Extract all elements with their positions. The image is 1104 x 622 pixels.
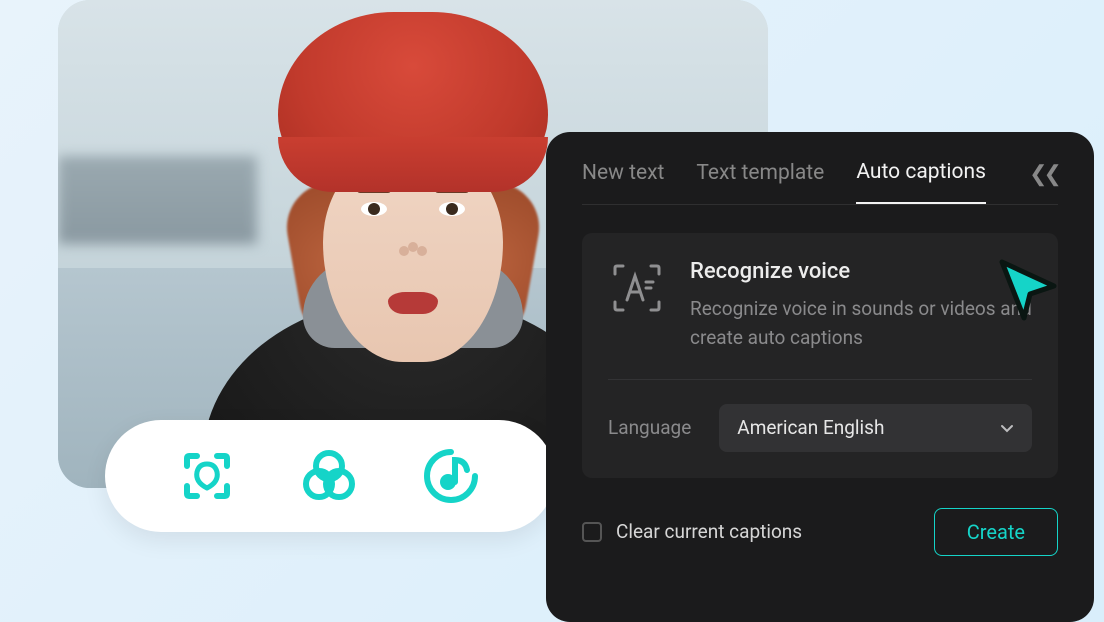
cursor-icon [992,254,1064,326]
checkbox-icon [582,522,602,542]
tab-auto-captions[interactable]: Auto captions [856,160,986,204]
recognize-card: Recognize voice Recognize voice in sound… [582,233,1058,478]
language-label: Language [608,416,691,439]
filters-icon [299,446,359,506]
create-button[interactable]: Create [934,508,1058,556]
recognize-voice-icon [608,259,666,317]
music-tool[interactable] [419,444,483,508]
scan-icon [179,448,235,504]
tab-text-template[interactable]: Text template [696,161,824,203]
tool-dock [105,420,555,532]
create-button-label: Create [967,520,1025,544]
card-title: Recognize voice [690,259,1032,284]
clear-captions-label: Clear current captions [616,520,802,543]
scan-tool[interactable] [175,444,239,508]
language-select[interactable]: American English [719,404,1032,452]
clear-captions-checkbox[interactable]: Clear current captions [582,520,802,543]
music-icon [421,446,481,506]
collapse-icon[interactable]: ❮❮ [1029,162,1058,187]
chevron-down-icon [1000,421,1014,435]
language-value: American English [737,416,884,439]
captions-panel: New text Text template Auto captions ❮❮ … [546,132,1094,622]
tab-new-text[interactable]: New text [582,161,664,203]
card-description: Recognize voice in sounds or videos and … [690,294,1032,353]
tabs: New text Text template Auto captions ❮❮ [582,160,1058,205]
filters-tool[interactable] [297,444,361,508]
